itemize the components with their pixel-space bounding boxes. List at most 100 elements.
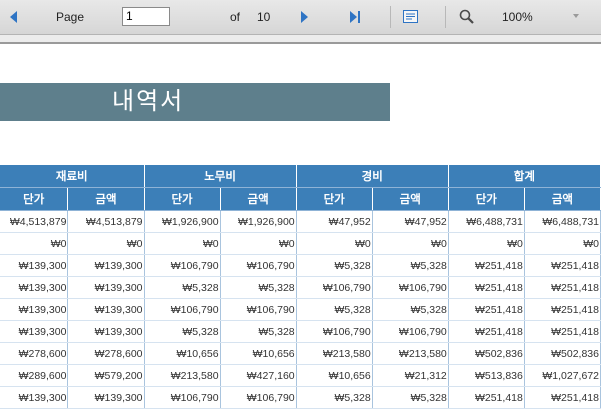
table-cell: ₩5,328 — [296, 386, 373, 409]
last-page-arrow — [350, 11, 357, 23]
chevron-down-icon[interactable] — [573, 14, 579, 18]
table-cell: ₩139,300 — [0, 254, 69, 277]
table-cell: ₩0 — [524, 232, 601, 255]
table-cell: ₩0 — [67, 232, 145, 255]
column-header: 단가 — [144, 187, 221, 211]
table-cell: ₩5,328 — [372, 386, 449, 409]
report-viewer-toolbar: Page of 10 100% — [0, 0, 601, 35]
zoom-icon[interactable] — [459, 9, 475, 25]
table-cell: ₩5,328 — [296, 254, 373, 277]
table-row: ₩139,300 ₩139,300 ₩5,328 ₩5,328 ₩106,790 ₩106… — [0, 320, 601, 343]
group-header-labor: 노무비 — [144, 165, 297, 188]
group-header-material: 재료비 — [0, 165, 145, 188]
table-row: ₩0 ₩0 ₩0 ₩0 ₩0 ₩0 ₩0 ₩0 — [0, 232, 601, 255]
table-cell: ₩6,488,731 — [524, 210, 601, 233]
table-cell: ₩10,656 — [144, 342, 221, 365]
table-cell: ₩139,300 — [0, 276, 69, 299]
document-title-band — [0, 83, 390, 121]
table-cell: ₩5,328 — [144, 276, 221, 299]
table-row: ₩139,300 ₩139,300 ₩106,790 ₩106,790 ₩5,328 ₩5… — [0, 254, 601, 277]
table-cell: ₩106,790 — [220, 298, 297, 321]
table-cell: ₩5,328 — [372, 254, 449, 277]
table-cell: ₩251,418 — [448, 254, 525, 277]
table-cell: ₩251,418 — [448, 298, 525, 321]
table-cell: ₩502,836 — [448, 342, 525, 365]
table-cell: ₩139,300 — [67, 276, 145, 299]
table-cell: ₩0 — [220, 232, 297, 255]
next-page-icon[interactable] — [301, 11, 308, 23]
sub-header-row: 단가 금액 단가 금액 단가 금액 단가 금액 — [0, 187, 601, 211]
table-cell: ₩106,790 — [144, 254, 221, 277]
table-cell: ₩251,418 — [524, 298, 601, 321]
column-header: 단가 — [296, 187, 373, 211]
table-cell: ₩6,488,731 — [448, 210, 525, 233]
table-cell: ₩106,790 — [144, 386, 221, 409]
table-row: ₩289,600 ₩579,200 ₩213,580 ₩427,160 ₩10,656 ₩… — [0, 364, 601, 387]
table-cell: ₩139,300 — [0, 386, 69, 409]
cost-table: 재료비 노무비 경비 합계 단가 금액 단가 금액 단가 금액 단가 금액 ₩4… — [0, 165, 601, 409]
table-cell: ₩1,027,672 — [524, 364, 601, 387]
previous-page-icon[interactable] — [10, 11, 17, 23]
table-row: ₩139,300 ₩139,300 ₩5,328 ₩5,328 ₩106,790 ₩106… — [0, 276, 601, 299]
table-cell: ₩579,200 — [67, 364, 145, 387]
zoom-value[interactable]: 100% — [502, 10, 533, 24]
table-cell: ₩278,600 — [0, 342, 69, 365]
column-header: 금액 — [220, 187, 297, 211]
table-cell: ₩1,926,900 — [220, 210, 297, 233]
table-cell: ₩106,790 — [144, 298, 221, 321]
table-cell: ₩502,836 — [524, 342, 601, 365]
cost-table-container: 재료비 노무비 경비 합계 단가 금액 단가 금액 단가 금액 단가 금액 ₩4… — [0, 165, 601, 409]
table-cell: ₩47,952 — [296, 210, 373, 233]
table-cell: ₩0 — [448, 232, 525, 255]
table-cell: ₩427,160 — [220, 364, 297, 387]
table-cell: ₩10,656 — [296, 364, 373, 387]
table-row: ₩4,513,879 ₩4,513,879 ₩1,926,900 ₩1,926,900… — [0, 210, 601, 233]
toolbar-divider — [445, 6, 446, 28]
table-cell: ₩106,790 — [296, 320, 373, 343]
table-row: ₩139,300 ₩139,300 ₩106,790 ₩106,790 ₩5,328 ₩5… — [0, 386, 601, 409]
table-cell: ₩5,328 — [220, 276, 297, 299]
table-cell: ₩5,328 — [144, 320, 221, 343]
table-cell: ₩10,656 — [220, 342, 297, 365]
table-cell: ₩0 — [144, 232, 221, 255]
table-cell: ₩251,418 — [448, 386, 525, 409]
toolbar-underline — [0, 35, 601, 44]
cost-table-body: ₩4,513,879 ₩4,513,879 ₩1,926,900 ₩1,926,900… — [0, 210, 601, 409]
toolbar-divider — [390, 6, 391, 28]
table-cell: ₩251,418 — [448, 320, 525, 343]
group-header-expense: 경비 — [296, 165, 449, 188]
last-page-icon[interactable] — [350, 11, 360, 23]
table-cell: ₩251,418 — [524, 320, 601, 343]
page-number-input[interactable] — [122, 7, 170, 26]
table-cell: ₩21,312 — [372, 364, 449, 387]
table-cell: ₩5,328 — [372, 298, 449, 321]
table-cell: ₩4,513,879 — [67, 210, 145, 233]
table-cell: ₩139,300 — [67, 386, 145, 409]
table-cell: ₩106,790 — [220, 254, 297, 277]
column-header: 금액 — [372, 187, 449, 211]
table-row: ₩278,600 ₩278,600 ₩10,656 ₩10,656 ₩213,580 ₩2… — [0, 342, 601, 365]
column-header: 금액 — [67, 187, 145, 211]
of-label: of — [230, 10, 241, 24]
column-header: 단가 — [0, 187, 69, 211]
table-cell: ₩251,418 — [524, 386, 601, 409]
table-cell: ₩251,418 — [524, 254, 601, 277]
document-title: 내역서 — [112, 88, 185, 115]
document-map-icon[interactable] — [403, 10, 418, 23]
table-cell: ₩251,418 — [524, 276, 601, 299]
table-cell: ₩251,418 — [448, 276, 525, 299]
table-cell: ₩5,328 — [296, 298, 373, 321]
table-cell: ₩278,600 — [67, 342, 145, 365]
table-cell: ₩106,790 — [372, 276, 449, 299]
group-header-total: 합계 — [448, 165, 601, 188]
table-cell: ₩5,328 — [220, 320, 297, 343]
table-cell: ₩289,600 — [0, 364, 69, 387]
table-cell: ₩213,580 — [296, 342, 373, 365]
table-cell: ₩513,836 — [448, 364, 525, 387]
page-label: Page — [56, 10, 85, 24]
table-cell: ₩0 — [296, 232, 373, 255]
group-header-row: 재료비 노무비 경비 합계 — [0, 165, 601, 188]
table-cell: ₩106,790 — [372, 320, 449, 343]
table-cell: ₩106,790 — [296, 276, 373, 299]
table-cell: ₩213,580 — [372, 342, 449, 365]
